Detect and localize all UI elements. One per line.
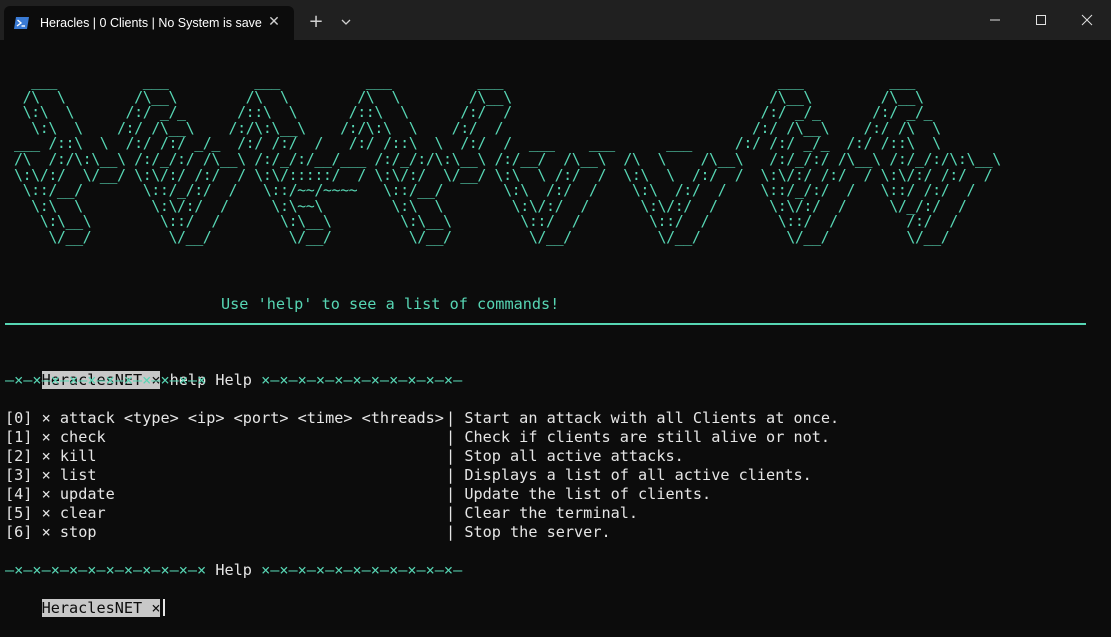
column-pipe: | [446, 504, 456, 522]
command-row: [2] × kill [5, 447, 96, 466]
command-index: [1] [5, 428, 33, 446]
command-desc: | Stop the server. [446, 523, 611, 542]
column-pipe: | [446, 428, 456, 446]
powershell-icon [14, 15, 30, 31]
title-bar: Heracles | 0 Clients | No System is save… [0, 0, 1111, 40]
help-footer-label: Help [215, 561, 252, 579]
help-header: —×—×—×—×—×—×—×—×—×—×—× Help ×—×—×—×—×—×—… [5, 371, 462, 390]
column-pipe: | [446, 485, 456, 503]
command-sep: × [41, 523, 51, 541]
command-name: list [59, 466, 97, 484]
prompt-line: HeraclesNET × help [5, 352, 206, 389]
command-desc-text: Update the list of clients. [464, 485, 712, 503]
tab-title: Heracles | 0 Clients | No System is save [40, 16, 262, 30]
command-sep: × [41, 428, 51, 446]
command-index: [6] [5, 523, 33, 541]
help-header-left: —×—×—×—×—×—×—×—×—×—×—× [5, 371, 207, 389]
command-index: [5] [5, 504, 33, 522]
text-cursor[interactable] [163, 599, 166, 616]
tab-heracles[interactable]: Heracles | 0 Clients | No System is save… [4, 6, 294, 40]
command-sep: × [41, 466, 51, 484]
command-sep: × [41, 485, 51, 503]
command-index: [3] [5, 466, 33, 484]
command-row: [0] × attack <type> <ip> <port> <time> <… [5, 409, 444, 428]
command-row: [3] × list [5, 466, 96, 485]
column-pipe: | [446, 409, 456, 427]
prompt-name: HeraclesNET [41, 599, 143, 617]
command-desc-text: Start an attack with all Clients at once… [464, 409, 840, 427]
command-desc-text: Stop all active attacks. [464, 447, 684, 465]
command-row: [5] × clear [5, 504, 106, 523]
command-desc: | Check if clients are still alive or no… [446, 428, 830, 447]
prompt-separator: × [151, 599, 161, 617]
command-sep: × [41, 409, 51, 427]
column-pipe: | [446, 523, 456, 541]
command-desc-text: Clear the terminal. [464, 504, 639, 522]
command-name: stop [59, 523, 97, 541]
command-sep: × [41, 504, 51, 522]
help-footer: —×—×—×—×—×—×—×—×—×—×—× Help ×—×—×—×—×—×—… [5, 561, 462, 580]
minimize-icon [990, 19, 1000, 21]
current-prompt-line[interactable]: HeraclesNET × [5, 580, 166, 617]
command-name: kill [59, 447, 97, 465]
minimize-button[interactable] [972, 0, 1018, 40]
command-desc: | Displays a list of all active clients. [446, 466, 812, 485]
command-sep: × [41, 447, 51, 465]
ascii-banner: ___ ___ ___ ___ ___ ___ ___ /\ \ /\__\ /… [14, 72, 1001, 246]
command-name: clear [59, 504, 106, 522]
command-desc-text: Stop the server. [464, 523, 611, 541]
maximize-button[interactable] [1018, 0, 1064, 40]
column-pipe: | [446, 447, 456, 465]
command-row: [4] × update [5, 485, 115, 504]
help-hint: Use 'help' to see a list of commands! [221, 295, 560, 313]
command-index: [2] [5, 447, 33, 465]
command-desc: | Start an attack with all Clients at on… [446, 409, 839, 428]
command-desc: | Update the list of clients. [446, 485, 711, 504]
command-index: [0] [5, 409, 33, 427]
command-desc-text: Check if clients are still alive or not. [464, 428, 831, 446]
command-name: update [59, 485, 115, 503]
command-index: [4] [5, 485, 33, 503]
command-desc-text: Displays a list of all active clients. [464, 466, 812, 484]
command-name: check [59, 428, 106, 446]
divider-line [5, 323, 1086, 325]
column-pipe: | [446, 466, 456, 484]
close-window-button[interactable] [1064, 0, 1110, 40]
help-header-right: ×—×—×—×—×—×—×—×—×—×—×— [261, 371, 463, 389]
help-header-label: Help [215, 371, 252, 389]
command-desc: | Clear the terminal. [446, 504, 638, 523]
command-name: attack <type> <ip> <port> <time> <thread… [59, 409, 444, 427]
maximize-icon [1036, 15, 1046, 25]
chevron-down-icon[interactable] [337, 13, 355, 31]
close-icon [1081, 14, 1093, 26]
terminal-area[interactable]: ___ ___ ___ ___ ___ ___ ___ /\ \ /\__\ /… [0, 40, 1111, 625]
command-desc: | Stop all active attacks. [446, 447, 684, 466]
help-footer-left: —×—×—×—×—×—×—×—×—×—×—× [5, 561, 207, 579]
prompt-badge: HeraclesNET × [41, 599, 161, 617]
tab-close-icon[interactable]: ✕ [266, 14, 282, 30]
command-row: [6] × stop [5, 523, 96, 542]
help-footer-right: ×—×—×—×—×—×—×—×—×—×—×— [261, 561, 463, 579]
new-tab-button[interactable]: + [305, 11, 327, 33]
command-row: [1] × check [5, 428, 106, 447]
